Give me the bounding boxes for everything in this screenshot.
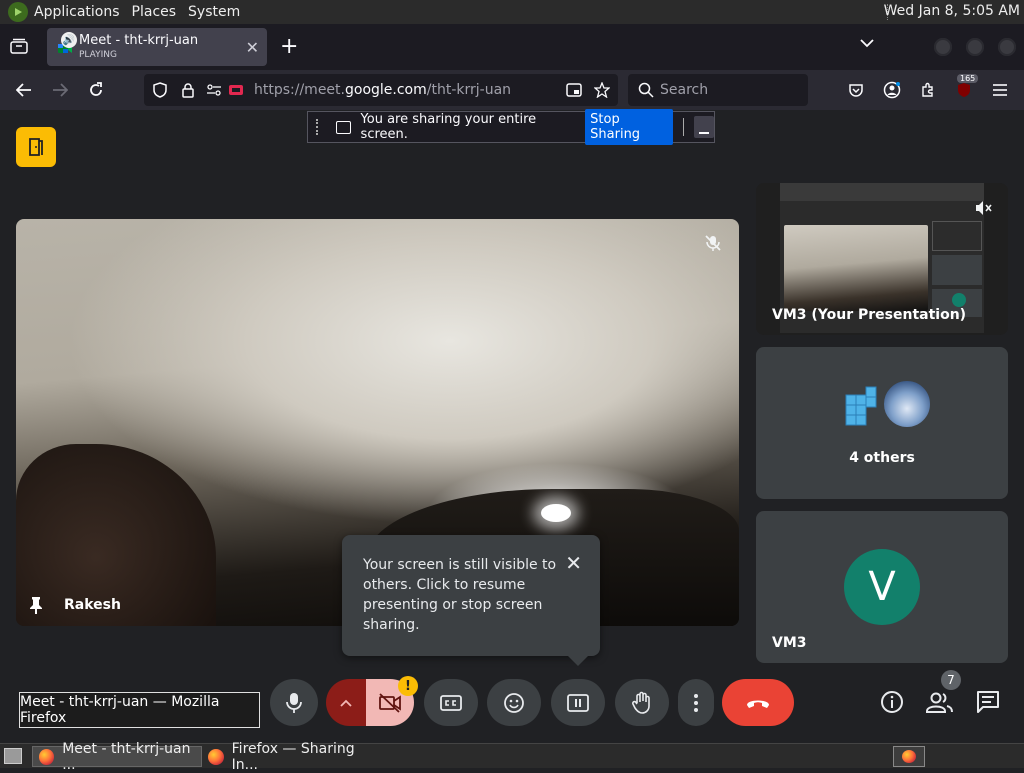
camera-alert-badge: ! — [398, 676, 418, 696]
close-window-button[interactable] — [998, 38, 1016, 56]
window-title-tooltip: Meet - tht-krrj-uan — Mozilla Firefox — [19, 692, 260, 728]
pin-icon[interactable] — [28, 596, 44, 614]
camera-options-chevron-icon[interactable] — [326, 679, 366, 726]
captions-button[interactable] — [424, 679, 478, 726]
firefox-icon — [39, 748, 55, 765]
places-menu[interactable]: Places — [126, 4, 183, 20]
distro-logo-icon[interactable] — [8, 2, 28, 22]
chat-icon[interactable] — [974, 688, 1002, 716]
stop-sharing-button[interactable]: Stop Sharing — [585, 109, 673, 145]
tab-meet[interactable]: 🔊 Meet - tht-krrj-uan PLAYING ✕ — [47, 28, 267, 66]
tooltip-text: Your screen is still visible to others. … — [363, 557, 557, 633]
screen-visible-tooltip: Your screen is still visible to others. … — [342, 535, 600, 666]
top-panel: Applications Places System Wed Jan 8, 5:… — [0, 0, 1024, 24]
workspace-switcher[interactable] — [893, 746, 925, 767]
new-tab-icon[interactable]: + — [280, 34, 298, 59]
others-tile[interactable]: 4 others — [756, 347, 1008, 499]
presentation-tile[interactable]: VM3 (Your Presentation) — [756, 183, 1008, 335]
divider — [682, 118, 684, 136]
maximize-button[interactable] — [966, 38, 984, 56]
video-light — [541, 504, 571, 522]
tab-bar: 🔊 Meet - tht-krrj-uan PLAYING ✕ + — [0, 24, 1024, 70]
others-avatars — [842, 379, 934, 431]
extension-badge: 165 — [957, 74, 979, 83]
permissions-icon[interactable] — [206, 82, 222, 98]
drag-handle[interactable] — [316, 119, 324, 135]
search-icon — [638, 82, 654, 98]
lock-icon[interactable] — [180, 82, 196, 98]
tab-close-icon[interactable]: ✕ — [246, 38, 259, 57]
reload-icon[interactable] — [84, 78, 108, 102]
meeting-room-icon[interactable] — [16, 127, 56, 167]
minimize-indicator-button[interactable] — [693, 116, 714, 138]
screen-icon — [335, 120, 351, 134]
screen-share-indicator-icon[interactable] — [228, 82, 244, 98]
search-input[interactable]: Search — [628, 74, 808, 106]
pocket-icon[interactable] — [844, 78, 868, 102]
url-bar[interactable]: https://meet.google.com/tht-krrj-uan — [144, 74, 618, 106]
participant-avatar — [882, 379, 932, 429]
leave-call-button[interactable] — [722, 679, 794, 726]
microphone-button[interactable] — [270, 679, 318, 726]
firefox-icon — [208, 748, 224, 765]
system-menu[interactable]: System — [182, 4, 246, 20]
search-placeholder: Search — [660, 82, 709, 98]
chevron-down-icon[interactable] — [860, 36, 874, 52]
tab-title: Meet - tht-krrj-uan — [79, 33, 199, 48]
meeting-info-icon[interactable] — [878, 688, 906, 716]
extensions-puzzle-icon[interactable] — [916, 78, 940, 102]
participant-name: Rakesh — [64, 597, 121, 613]
close-icon[interactable]: ✕ — [565, 551, 582, 575]
forward-arrow-icon[interactable] — [48, 78, 72, 102]
taskbar-item[interactable]: Meet - tht-krrj-uan ... — [32, 741, 202, 773]
volume-off-icon — [974, 199, 992, 217]
hamburger-menu-icon[interactable] — [988, 78, 1012, 102]
tile-label: 4 others — [849, 450, 915, 466]
avatar: V — [844, 549, 920, 625]
more-options-button[interactable] — [678, 679, 714, 726]
tab-list-icon[interactable] — [10, 38, 30, 56]
tile-label: VM3 (Your Presentation) — [772, 307, 967, 323]
bookmark-star-icon[interactable] — [593, 81, 611, 99]
firefox-icon — [902, 750, 916, 763]
present-screen-button[interactable] — [551, 679, 605, 726]
taskbar-item[interactable]: Firefox — Sharing In... — [202, 741, 382, 773]
mic-off-icon — [703, 233, 723, 253]
applications-menu[interactable]: Applications — [28, 4, 126, 20]
sharing-message: You are sharing your entire screen. — [360, 112, 537, 142]
taskbar: Meet - tht-krrj-uan ... Firefox — Sharin… — [0, 741, 1024, 773]
emoji-button[interactable] — [487, 679, 541, 726]
show-desktop-icon[interactable] — [4, 748, 22, 764]
sharing-indicator: You are sharing your entire screen. Stop… — [307, 109, 715, 145]
clock[interactable]: Wed Jan 8, 5:05 AM — [884, 3, 1020, 19]
raise-hand-button[interactable] — [615, 679, 669, 726]
vm3-tile[interactable]: V VM3 — [756, 511, 1008, 663]
tab-status: PLAYING — [79, 50, 117, 60]
participant-count-badge: 7 — [941, 670, 961, 690]
url-text: https://meet.google.com/tht-krrj-uan — [254, 82, 512, 98]
minimize-button[interactable] — [934, 38, 952, 56]
speaker-icon[interactable]: 🔊 — [61, 32, 77, 48]
back-arrow-icon[interactable] — [12, 78, 36, 102]
shield-icon[interactable] — [152, 82, 168, 98]
tile-label: VM3 — [772, 635, 807, 651]
nav-bar: https://meet.google.com/tht-krrj-uan Sea… — [0, 70, 1024, 110]
picture-in-picture-icon[interactable] — [566, 82, 582, 98]
tooltip-arrow — [568, 656, 588, 666]
people-icon[interactable] — [924, 688, 956, 716]
account-icon[interactable] — [880, 78, 904, 102]
